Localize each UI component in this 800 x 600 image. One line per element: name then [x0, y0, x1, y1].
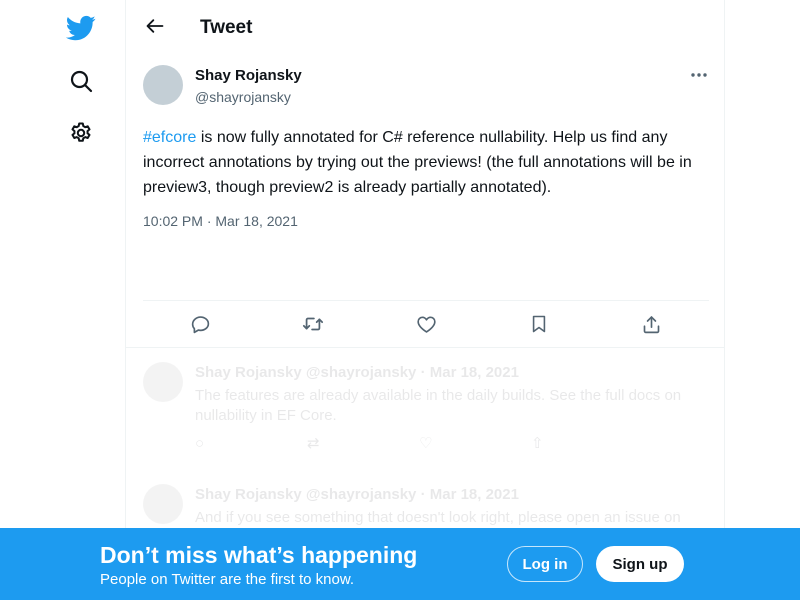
- reply-text: And if you see something that doesn't lo…: [195, 509, 681, 526]
- author-name[interactable]: Shay Rojansky: [195, 67, 302, 84]
- banner-subtitle: People on Twitter are the first to know.: [100, 571, 355, 588]
- retweet-icon: [302, 317, 324, 331]
- signup-button[interactable]: Sign up: [596, 546, 684, 582]
- main-column: Tweet Shay Rojansky @shayrojansky #efcor…: [125, 0, 725, 600]
- bookmark-button[interactable]: [526, 311, 552, 337]
- page-title: Tweet: [200, 17, 253, 38]
- tweet-actions: [143, 301, 709, 347]
- back-button[interactable]: [138, 9, 172, 43]
- reply-actions: ○ ⇄ ♡ ⇧: [195, 435, 544, 452]
- heart-icon: [416, 315, 436, 333]
- avatar[interactable]: [143, 65, 183, 105]
- page-header: Tweet: [126, 0, 724, 54]
- author-handle[interactable]: @shayrojansky: [195, 89, 291, 105]
- share-icon: [643, 315, 659, 333]
- reply-item[interactable]: Shay Rojansky @shayrojansky · Mar 18, 20…: [126, 348, 724, 468]
- reply-text: The features are already available in th…: [195, 387, 682, 424]
- twitter-logo-button[interactable]: [59, 6, 103, 50]
- more-options-button[interactable]: [686, 64, 712, 86]
- bookmark-icon: [532, 315, 546, 333]
- banner-title: Don’t miss what’s happening: [100, 542, 418, 568]
- signup-banner: Don’t miss what’s happening People on Tw…: [0, 528, 800, 600]
- reply-icon: [191, 315, 209, 333]
- avatar: [143, 484, 183, 524]
- hashtag-link[interactable]: #efcore: [143, 129, 196, 146]
- search-icon: [70, 70, 93, 93]
- replies-section: Shay Rojansky @shayrojansky · Mar 18, 20…: [126, 348, 724, 528]
- avatar: [143, 362, 183, 402]
- nav-settings-button[interactable]: [59, 111, 103, 155]
- tweet-timestamp[interactable]: 10:02 PM · Mar 18, 2021: [143, 213, 298, 229]
- reply-item[interactable]: Shay Rojansky @shayrojansky · Mar 18, 20…: [126, 470, 724, 528]
- nav-search-button[interactable]: [59, 59, 103, 103]
- tweet-body: is now fully annotated for C# reference …: [143, 129, 692, 196]
- share-button[interactable]: [638, 311, 664, 337]
- left-nav: [0, 0, 125, 600]
- login-button[interactable]: Log in: [507, 546, 583, 582]
- twitter-bird-icon: [66, 15, 96, 41]
- more-dots-icon: [691, 73, 707, 77]
- reply-author: Shay Rojansky @shayrojansky · Mar 18, 20…: [195, 486, 519, 503]
- like-button[interactable]: [413, 311, 439, 337]
- reply-author: Shay Rojansky @shayrojansky · Mar 18, 20…: [195, 364, 519, 381]
- reply-button[interactable]: [187, 311, 213, 337]
- gear-icon: [71, 122, 91, 142]
- tweet-text: #efcore is now fully annotated for C# re…: [143, 125, 713, 200]
- retweet-button[interactable]: [300, 311, 326, 337]
- arrow-left-icon: [146, 19, 164, 33]
